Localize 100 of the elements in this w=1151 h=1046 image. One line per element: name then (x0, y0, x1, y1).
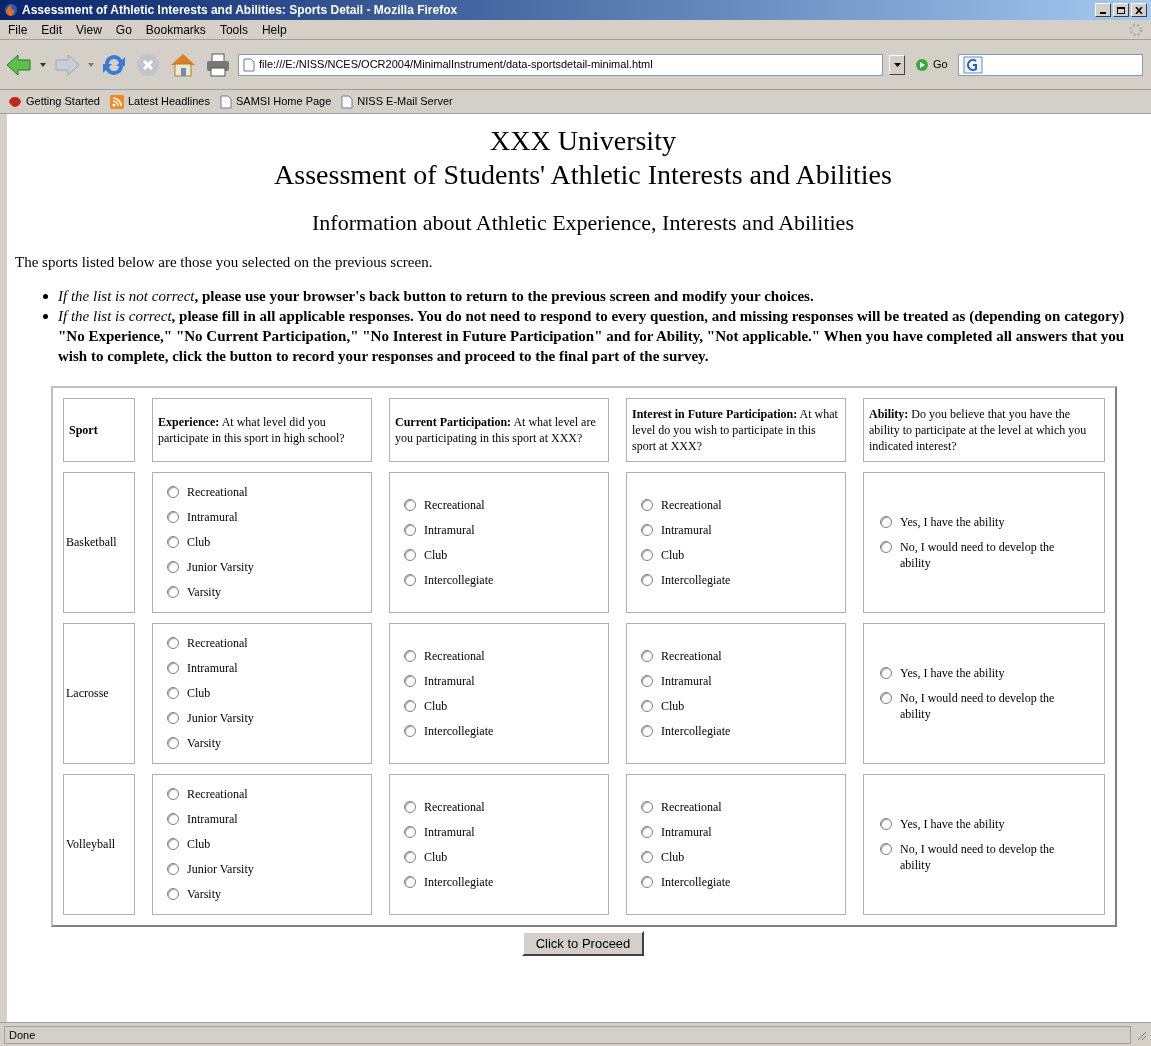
radio-button[interactable] (167, 637, 179, 649)
radio-button[interactable] (404, 649, 416, 662)
dropdown-icon[interactable] (40, 62, 46, 67)
radio-button[interactable] (167, 511, 179, 523)
radio-button[interactable] (641, 724, 653, 737)
print-icon[interactable] (204, 50, 232, 79)
radio-button[interactable] (641, 850, 653, 863)
option-label: Club (424, 546, 448, 563)
x-icon (1135, 6, 1143, 14)
radio-button[interactable] (641, 523, 653, 536)
radio-button[interactable] (880, 515, 892, 528)
radio-button[interactable] (167, 737, 179, 749)
radio-button[interactable] (404, 825, 416, 838)
option-label: Intramural (187, 660, 238, 676)
radio-button[interactable] (641, 498, 653, 511)
radio-button[interactable] (167, 813, 179, 825)
header-text: Interest in Future Participation: At what level do you wish to participate in this sport at XXX? (632, 405, 839, 454)
address-field[interactable]: file:///E:/NISS/NCES/OCR2004/MinimalInstrument/data-sportsdetail-minimal.html (238, 53, 883, 76)
radio-button[interactable] (167, 712, 179, 724)
menu-item[interactable]: View (76, 20, 102, 39)
proceed-button[interactable]: Click to Proceed (521, 930, 645, 956)
option-label: Recreational (187, 635, 248, 651)
radio-button[interactable] (641, 800, 653, 813)
page-title: XXX University (489, 124, 677, 158)
radio-button[interactable] (880, 691, 892, 704)
radio-button[interactable] (880, 540, 892, 553)
radio-button[interactable] (641, 699, 653, 712)
option-label: No, I would need to develop the ability (900, 840, 1056, 873)
option-label: Yes, I have the ability (900, 513, 1005, 530)
option-label: Intramural (424, 672, 475, 689)
search-field[interactable] (957, 53, 1143, 76)
option-label: Club (187, 836, 211, 852)
option-label: Intercollegiate (424, 873, 494, 890)
option-label: Club (661, 848, 685, 865)
radio-button[interactable] (404, 548, 416, 561)
menu-item[interactable]: Go (115, 20, 132, 39)
radio-button[interactable] (167, 838, 179, 850)
option-label: Varsity (187, 584, 221, 600)
option-label: Recreational (661, 798, 722, 815)
option-label: Yes, I have the ability (900, 815, 1005, 832)
radio-button[interactable] (641, 548, 653, 561)
option-label: Junior Varsity (187, 710, 254, 726)
radio-button[interactable] (880, 817, 892, 830)
radio-button[interactable] (880, 666, 892, 679)
minimize-button[interactable] (1095, 3, 1111, 17)
option-label: Intramural (661, 672, 712, 689)
radio-button[interactable] (641, 674, 653, 687)
radio-button[interactable] (167, 536, 179, 548)
radio-button[interactable] (167, 687, 179, 699)
radio-button[interactable] (641, 825, 653, 838)
radio-button[interactable] (167, 863, 179, 875)
option-label: Intramural (187, 509, 238, 525)
option-label: Recreational (661, 647, 722, 664)
radio-button[interactable] (167, 586, 179, 598)
bookmark-link[interactable]: Latest Headlines (128, 93, 210, 110)
back-arrow-icon[interactable] (4, 51, 34, 78)
address-text: file:///E:/NISS/NCES/OCR2004/MinimalInstrument/data-sportsdetail-minimal.html (259, 57, 653, 73)
radio-button[interactable] (404, 674, 416, 687)
option-label: Recreational (424, 496, 485, 513)
option-label: Intramural (424, 823, 475, 840)
radio-button[interactable] (404, 699, 416, 712)
radio-button[interactable] (641, 649, 653, 662)
radio-button[interactable] (404, 875, 416, 888)
radio-button[interactable] (404, 724, 416, 737)
option-label: Club (424, 848, 448, 865)
option-label: Intercollegiate (424, 571, 494, 588)
option-label: Club (187, 685, 211, 701)
option-label: Recreational (424, 798, 485, 815)
radio-button[interactable] (167, 788, 179, 800)
menu-item[interactable]: File (8, 20, 28, 39)
option-label: Club (661, 546, 685, 563)
option-label: Intramural (661, 521, 712, 538)
close-button[interactable] (1131, 3, 1147, 17)
radio-button[interactable] (167, 662, 179, 674)
option-label: Intramural (661, 823, 712, 840)
radio-button[interactable] (880, 842, 892, 855)
radio-button[interactable] (641, 573, 653, 586)
radio-button[interactable] (404, 800, 416, 813)
option-label: Recreational (661, 496, 722, 513)
bookmark-link[interactable]: SAMSI Home Page (235, 93, 332, 110)
radio-button[interactable] (404, 850, 416, 863)
radio-button[interactable] (641, 875, 653, 888)
bookmark-link[interactable]: Getting Started (26, 93, 100, 110)
radio-button[interactable] (404, 523, 416, 536)
bookmark-link[interactable]: NISS E-Mail Server (357, 93, 453, 110)
radio-button[interactable] (167, 486, 179, 498)
go-button[interactable]: Go (933, 56, 948, 73)
maximize-button[interactable] (1113, 3, 1129, 17)
radio-button[interactable] (167, 561, 179, 573)
feed-icon (110, 94, 124, 109)
menu-item[interactable]: Help (261, 20, 287, 39)
radio-button[interactable] (167, 888, 179, 900)
menu-item[interactable]: Tools (219, 20, 248, 39)
radio-button[interactable] (404, 573, 416, 586)
radio-button[interactable] (404, 498, 416, 511)
menu-item[interactable]: Edit (41, 20, 63, 39)
menu-item[interactable]: Bookmarks (145, 20, 206, 39)
address-dropdown-button[interactable] (889, 54, 905, 75)
option-label: Intercollegiate (661, 571, 731, 588)
search-engine-icon[interactable] (962, 55, 983, 74)
